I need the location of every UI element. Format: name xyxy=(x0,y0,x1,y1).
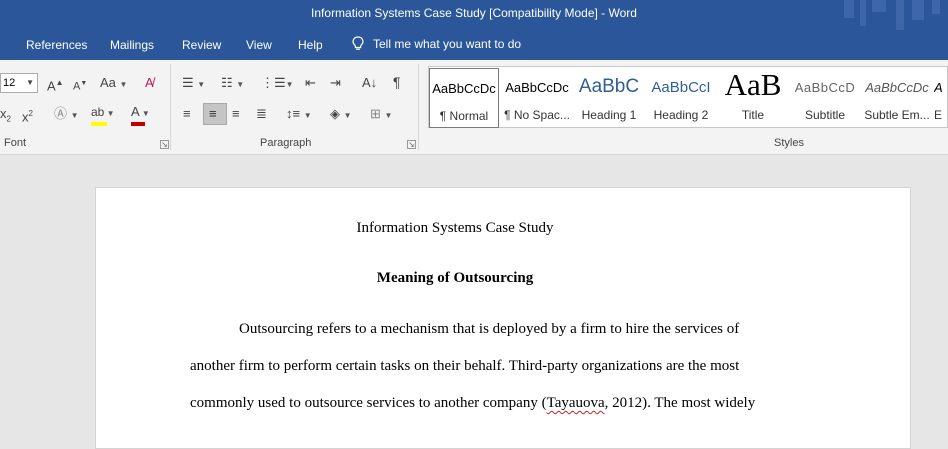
document-title: Information Systems Case Study xyxy=(356,220,554,236)
style-name: Subtle Em... xyxy=(864,108,930,122)
style-name: Heading 2 xyxy=(653,108,709,122)
style-preview: AaBbCcDc xyxy=(505,80,569,95)
font-size-value: 12 xyxy=(3,77,16,89)
tab-review[interactable]: Review xyxy=(182,38,221,52)
tab-mailings[interactable]: Mailings xyxy=(110,38,154,52)
tell-me-search[interactable]: Tell me what you want to do xyxy=(352,36,521,51)
style-normal[interactable]: AaBbCcDc ¶ Normal xyxy=(429,68,499,128)
style-subtitle[interactable]: AaBbCcD Subtitle xyxy=(790,68,860,128)
show-formatting-marks-icon[interactable]: ¶ xyxy=(393,74,401,90)
title-bar: Information Systems Case Study [Compatib… xyxy=(0,0,948,30)
paragraph-dialog-launcher-icon[interactable]: ↘ xyxy=(407,140,416,149)
font-color-icon[interactable]: A ▼ xyxy=(131,104,150,126)
multilevel-list-icon[interactable]: ⋮☰▼ xyxy=(261,75,294,93)
text-highlight-icon[interactable]: ab ▼ xyxy=(91,104,115,126)
sort-icon[interactable]: A↓ xyxy=(362,75,377,91)
decrease-indent-icon[interactable]: ⇤ xyxy=(305,75,316,91)
style-subtle-emphasis[interactable]: AaBbCcDc Subtle Em... xyxy=(862,68,932,128)
body-text: , 2012). The most widely xyxy=(604,395,756,411)
shading-icon[interactable]: ◈ ▼ xyxy=(330,106,352,124)
style-preview: AaBbCcDc xyxy=(865,80,929,95)
group-label-paragraph: Paragraph xyxy=(260,137,312,149)
style-preview: AaBbCcDc xyxy=(432,81,496,96)
group-separator xyxy=(418,64,419,150)
body-line: Outsourcing refers to a mechanism that i… xyxy=(239,321,740,337)
font-size-dropdown[interactable]: 12 ▼ xyxy=(0,73,38,93)
style-heading-1[interactable]: AaBbC Heading 1 xyxy=(574,68,644,128)
styles-gallery: AaBbCcDc ¶ Normal AaBbCcDc ¶ No Spac... … xyxy=(428,66,948,132)
window-title: Information Systems Case Study [Compatib… xyxy=(311,6,637,20)
numbering-icon[interactable]: ☷ ▼ xyxy=(221,75,244,93)
tab-view[interactable]: View xyxy=(246,38,272,52)
clear-formatting-icon[interactable]: A̸ xyxy=(145,75,154,91)
justify-icon[interactable]: ≣ xyxy=(256,106,267,122)
body-text: commonly used to outsource services to a… xyxy=(190,395,547,411)
superscript-icon[interactable]: x2 xyxy=(22,106,33,125)
title-bar-decoration xyxy=(838,0,948,30)
change-case-icon[interactable]: Aa ▼ xyxy=(100,75,127,93)
align-left-icon[interactable]: ≡ xyxy=(183,106,191,122)
style-name: Heading 1 xyxy=(581,108,637,122)
font-dialog-launcher-icon[interactable]: ↘ xyxy=(160,140,169,149)
style-preview: AaBbCcI xyxy=(651,79,711,96)
style-preview: A xyxy=(934,80,943,95)
style-preview: AaBbC xyxy=(578,76,640,97)
spelling-error-word[interactable]: Tayauova xyxy=(547,395,605,411)
shrink-font-icon[interactable]: A▼ xyxy=(73,76,87,95)
align-center-button[interactable]: ≡ xyxy=(203,103,227,125)
lightbulb-icon xyxy=(352,36,364,50)
line-spacing-icon[interactable]: ↕≡ ▼ xyxy=(286,106,312,124)
increase-indent-icon[interactable]: ⇥ xyxy=(330,75,341,91)
style-name: Title xyxy=(741,108,765,122)
style-preview: AaBbCcD xyxy=(794,80,856,95)
style-name: Subtitle xyxy=(804,108,846,122)
style-name: ¶ Normal xyxy=(439,109,489,123)
style-preview: AaB xyxy=(724,68,782,102)
document-page[interactable]: Information Systems Case Study Meaning o… xyxy=(95,187,911,449)
group-separator xyxy=(170,64,171,150)
style-emphasis[interactable]: A E xyxy=(934,68,948,128)
body-line: another firm to perform certain tasks on… xyxy=(190,358,740,374)
group-label-styles: Styles xyxy=(774,137,804,149)
borders-icon[interactable]: ⊞ ▼ xyxy=(370,106,392,124)
grow-font-icon[interactable]: A▲ xyxy=(47,75,64,94)
style-heading-2[interactable]: AaBbCcI Heading 2 xyxy=(646,68,716,128)
tab-references[interactable]: References xyxy=(26,38,87,52)
style-name: ¶ No Spac... xyxy=(504,108,570,122)
tab-help[interactable]: Help xyxy=(298,38,323,52)
ribbon: 12 ▼ A▲ A▼ Aa ▼ A̸ x2 x2 Ⓐ ▼ ab ▼ A ▼ Fo… xyxy=(0,60,948,155)
subscript-icon[interactable]: x2 xyxy=(0,106,11,128)
style-title[interactable]: AaB Title xyxy=(718,68,788,128)
document-heading: Meaning of Outsourcing xyxy=(376,270,534,286)
align-right-icon[interactable]: ≡ xyxy=(232,106,240,122)
ribbon-tab-bar: References Mailings Review View Help Tel… xyxy=(0,30,948,60)
style-name: E xyxy=(934,108,943,122)
style-no-spacing[interactable]: AaBbCcDc ¶ No Spac... xyxy=(502,68,572,128)
chevron-down-icon: ▼ xyxy=(26,78,34,87)
text-effects-icon[interactable]: Ⓐ ▼ xyxy=(54,106,79,124)
body-line: commonly used to outsource services to a… xyxy=(190,395,755,412)
align-center-icon: ≡ xyxy=(209,106,217,121)
bullets-icon[interactable]: ☰ ▼ xyxy=(182,75,205,93)
tell-me-label: Tell me what you want to do xyxy=(373,36,522,51)
group-label-font: Font xyxy=(4,137,27,149)
